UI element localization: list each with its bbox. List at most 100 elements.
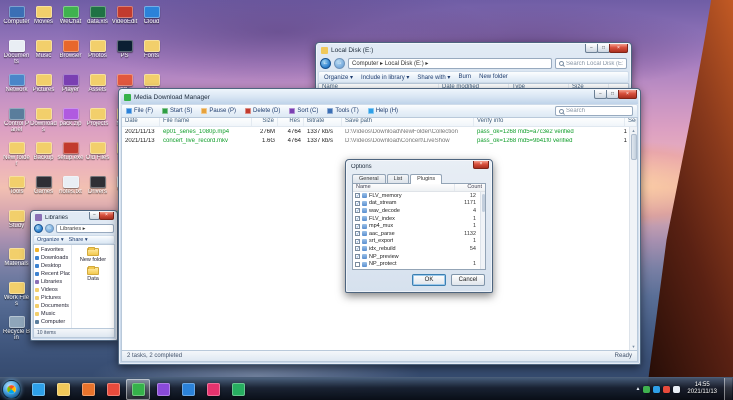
desktop-icon[interactable]: Music bbox=[30, 38, 57, 72]
command-bar-button[interactable]: Share with ▾ bbox=[417, 74, 450, 81]
desktop-icon[interactable]: Fonts bbox=[138, 38, 165, 72]
scroll-up-icon[interactable]: ▲ bbox=[632, 127, 636, 134]
close-button[interactable]: × bbox=[473, 161, 489, 169]
taskbar-button[interactable] bbox=[26, 379, 50, 400]
desktop-icon[interactable]: Recycle Bin bbox=[3, 314, 30, 348]
nav-item[interactable]: Recent Places bbox=[35, 270, 70, 278]
desktop-icon[interactable]: Player bbox=[57, 72, 84, 106]
desktop-icon[interactable]: Backup bbox=[30, 140, 57, 174]
close-button[interactable]: × bbox=[609, 44, 628, 53]
toolbar-button[interactable]: Pause (P) bbox=[201, 108, 236, 114]
desktop-icon[interactable]: New folder bbox=[3, 140, 30, 174]
nav-item[interactable]: Documents bbox=[35, 302, 70, 310]
taskbar-button[interactable] bbox=[126, 378, 150, 400]
nav-item[interactable]: Music bbox=[35, 310, 70, 318]
command-bar-button[interactable]: Include in library ▾ bbox=[361, 74, 409, 81]
taskbar-button[interactable] bbox=[176, 379, 200, 400]
column-header-size[interactable]: Size bbox=[252, 118, 278, 126]
desktop-icon[interactable]: Old Files bbox=[84, 140, 111, 174]
dialog-titlebar[interactable]: Options × bbox=[348, 160, 490, 172]
checkbox[interactable]: ✓ bbox=[355, 208, 360, 214]
tray-icon[interactable] bbox=[673, 385, 681, 393]
column-header-seg[interactable]: Seg bbox=[625, 118, 637, 126]
search-input[interactable]: Search bbox=[555, 106, 633, 116]
taskbar-button[interactable] bbox=[201, 379, 225, 400]
desktop-icon[interactable]: Computer bbox=[3, 4, 30, 38]
desktop-icon[interactable]: Pictures bbox=[30, 72, 57, 106]
desktop-icon[interactable]: Photos bbox=[84, 38, 111, 72]
tray-icon[interactable] bbox=[653, 385, 661, 393]
desktop-icon[interactable]: Assets bbox=[84, 72, 111, 106]
show-desktop-button[interactable] bbox=[724, 377, 732, 400]
checkbox[interactable]: ✓ bbox=[355, 223, 360, 229]
plugin-list-item[interactable]: ✓ FLV_memory 12 bbox=[353, 192, 480, 200]
close-button[interactable]: × bbox=[618, 90, 637, 99]
desktop-icon[interactable]: Control Panel bbox=[3, 106, 30, 140]
ok-button[interactable]: OK bbox=[412, 274, 446, 286]
scroll-down-icon[interactable]: ▼ bbox=[632, 343, 636, 350]
desktop-icon[interactable]: Documents bbox=[3, 38, 30, 72]
column-header-bitrate[interactable]: Bitrate bbox=[304, 118, 342, 126]
taskbar-button[interactable] bbox=[51, 379, 75, 400]
desktop-icon[interactable]: Downloads bbox=[30, 106, 57, 140]
taskbar-button[interactable] bbox=[226, 379, 250, 400]
toolbar-button[interactable]: Delete (D) bbox=[245, 108, 280, 114]
task-row[interactable]: 2021/11/13 ep01_series_1080p.mp4 276M 47… bbox=[122, 127, 629, 136]
checkbox[interactable]: ✓ bbox=[355, 246, 360, 252]
checkbox[interactable]: ✓ bbox=[355, 193, 360, 199]
toolbar-button[interactable]: Help (H) bbox=[367, 108, 398, 114]
checkbox[interactable] bbox=[355, 261, 360, 267]
checkbox[interactable]: ✓ bbox=[355, 254, 360, 260]
plugin-list-item[interactable]: ✓ mp4_mux 1 bbox=[353, 222, 480, 230]
desktop-icon[interactable]: Games bbox=[30, 174, 57, 208]
column-header-date[interactable]: Date bbox=[122, 118, 160, 126]
checkbox[interactable]: ✓ bbox=[355, 238, 360, 244]
scroll-thumb[interactable] bbox=[630, 134, 637, 160]
toolbar-button[interactable]: Tools (T) bbox=[327, 108, 359, 114]
desktop-icon[interactable]: Cloud bbox=[138, 4, 165, 38]
plugin-list-item[interactable]: ✓ idx_rebuild 54 bbox=[353, 245, 480, 253]
column-header-verify[interactable]: Verify info bbox=[474, 118, 625, 126]
toolbar-button[interactable]: Sort (C) bbox=[289, 108, 318, 114]
command-bar-button[interactable]: Share ▾ bbox=[69, 237, 88, 243]
forward-icon[interactable]: → bbox=[45, 224, 54, 233]
back-icon[interactable]: ← bbox=[34, 224, 43, 233]
cancel-button[interactable]: Cancel bbox=[451, 274, 485, 286]
desktop-icon[interactable]: WeChat bbox=[57, 4, 84, 38]
plugin-list-item[interactable]: ✓ NP_preview bbox=[353, 253, 480, 261]
checkbox[interactable]: ✓ bbox=[355, 231, 360, 237]
close-button[interactable]: × bbox=[99, 212, 114, 220]
command-bar-button[interactable]: Organize ▾ bbox=[37, 237, 64, 243]
back-icon[interactable]: ← bbox=[320, 58, 331, 69]
plugin-list-item[interactable]: ✓ srt_export 1 bbox=[353, 238, 480, 246]
tray-icon[interactable] bbox=[663, 385, 671, 393]
column-header-path[interactable]: Save path bbox=[342, 118, 474, 126]
command-bar-button[interactable]: Organize ▾ bbox=[324, 74, 353, 81]
dialog-tab[interactable]: List bbox=[386, 174, 410, 183]
start-button[interactable] bbox=[2, 379, 21, 399]
nav-item[interactable]: Downloads bbox=[35, 254, 70, 262]
tray-expand-icon[interactable]: ▲ bbox=[635, 386, 640, 392]
plugin-list-item[interactable]: ✓ FLV_index 1 bbox=[353, 215, 480, 223]
nav-item[interactable]: Desktop bbox=[35, 262, 70, 270]
nav-item[interactable]: Videos bbox=[35, 286, 70, 294]
desktop-icon[interactable]: Tools bbox=[3, 174, 30, 208]
plugin-list-item[interactable]: ✓ wav_decode 4 bbox=[353, 207, 480, 215]
command-bar-button[interactable]: New folder bbox=[479, 74, 508, 80]
column-header-name[interactable]: Name bbox=[353, 184, 455, 191]
toolbar-button[interactable]: File (F) bbox=[126, 108, 153, 114]
search-input[interactable]: Search Local Disk (E:) bbox=[555, 58, 627, 69]
mini-titlebar[interactable]: Libraries − × bbox=[33, 211, 115, 223]
main-window-titlebar[interactable]: Media Download Manager − □ × bbox=[121, 89, 638, 104]
options-dialog[interactable]: Options × General List Plugins Name Count … bbox=[345, 159, 493, 293]
desktop-icon[interactable]: Study bbox=[3, 208, 30, 242]
toolbar-button[interactable]: Start (S) bbox=[162, 108, 192, 114]
desktop-icon[interactable]: Work Files bbox=[3, 280, 30, 314]
vertical-scrollbar[interactable]: ▲ ▼ bbox=[629, 127, 637, 350]
mini-explorer-window[interactable]: Libraries − × ← → Libraries ▸ Organize ▾… bbox=[30, 210, 118, 341]
taskbar-clock[interactable]: 14:55 2021/11/13 bbox=[683, 382, 721, 396]
command-bar-button[interactable]: Burn bbox=[458, 74, 471, 80]
task-row[interactable]: 2021/11/13 concert_live_record.mkv 1.6G … bbox=[122, 136, 629, 145]
column-header-res[interactable]: Res bbox=[278, 118, 304, 126]
scroll-thumb[interactable] bbox=[481, 194, 485, 212]
